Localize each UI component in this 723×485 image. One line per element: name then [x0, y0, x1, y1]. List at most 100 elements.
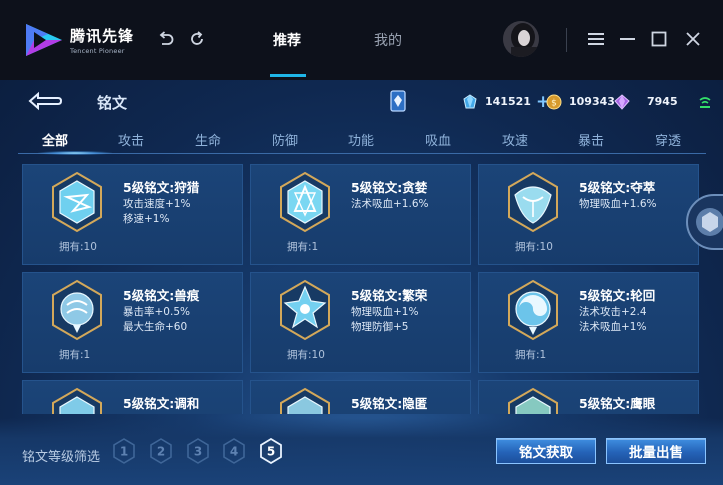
level-filter-3[interactable]: 3 — [186, 438, 210, 464]
level-filter-5[interactable]: 5 — [259, 437, 283, 465]
card-owned-count: 拥有:10 — [287, 349, 325, 361]
card-attribute: 法术吸血+1.6% — [351, 198, 429, 210]
tab-all[interactable]: 全部 — [42, 130, 68, 149]
tab-penetration[interactable]: 穿透 — [655, 130, 681, 149]
card-attribute: 物理吸血+1.6% — [579, 198, 657, 210]
minimize-icon[interactable] — [617, 28, 639, 50]
inscription-samsara-icon — [505, 279, 561, 341]
crystal-balance: 7945 — [614, 92, 678, 111]
level-filter-2[interactable]: 2 — [149, 438, 173, 464]
active-tab-indicator — [38, 151, 112, 155]
side-panel-handle[interactable] — [686, 194, 723, 250]
card-attribute: 物理吸血+1% — [351, 306, 419, 318]
inscription-card[interactable]: 5级铭文:贪婪 法术吸血+1.6% 拥有:1 — [250, 164, 471, 265]
user-avatar[interactable] — [503, 21, 539, 57]
svg-text:5: 5 — [267, 445, 275, 459]
crystal-icon — [614, 93, 630, 110]
app-logo: 腾讯先锋 Tencent Pioneer — [24, 22, 134, 58]
page-title: 铭文 — [97, 94, 128, 112]
back-arrow-icon[interactable] — [24, 90, 64, 112]
tab-lifesteal[interactable]: 吸血 — [425, 130, 451, 149]
gold-value: 109343 — [569, 95, 615, 108]
inscription-scroll-icon[interactable] — [388, 89, 408, 113]
tab-attack-speed[interactable]: 攻速 — [502, 130, 528, 149]
bulk-sell-button[interactable]: 批量出售 — [606, 438, 706, 464]
logo-title: 腾讯先锋 — [70, 27, 135, 45]
tab-health[interactable]: 生命 — [195, 130, 221, 149]
maximize-icon[interactable] — [648, 28, 670, 50]
inscription-plunder-icon — [505, 171, 561, 233]
inscription-hawk-eye-icon — [505, 387, 561, 414]
card-name: 5级铭文:鹰眼 — [579, 396, 656, 411]
diamond-value: 141521 — [485, 95, 531, 108]
nav-tab-mine[interactable]: 我的 — [374, 30, 402, 50]
card-owned-count: 拥有:10 — [59, 241, 97, 253]
card-attribute: 法术吸血+1% — [579, 321, 647, 333]
inscription-card[interactable]: 5级铭文:调和 — [22, 380, 243, 414]
inscription-hunt-icon — [49, 171, 105, 233]
card-name: 5级铭文:贪婪 — [351, 180, 428, 195]
card-attribute: 攻击速度+1% — [123, 198, 191, 210]
tab-defense[interactable]: 防御 — [272, 130, 298, 149]
crystal-value: 7945 — [647, 95, 678, 108]
card-name: 5级铭文:夺萃 — [579, 180, 656, 195]
card-attribute: 最大生命+60 — [123, 321, 188, 333]
card-owned-count: 拥有:1 — [59, 349, 91, 361]
inscription-stealth-icon — [277, 387, 333, 414]
card-name: 5级铭文:轮回 — [579, 288, 656, 303]
svg-text:2: 2 — [157, 445, 165, 459]
inscription-greed-icon — [277, 171, 333, 233]
tab-attack[interactable]: 攻击 — [118, 130, 144, 149]
signal-icon — [698, 94, 712, 108]
inscription-card[interactable]: 5级铭文:隐匿 — [250, 380, 471, 414]
gold-coin-icon: $ — [546, 94, 562, 110]
title-bar: 腾讯先锋 Tencent Pioneer 推荐 我的 — [0, 0, 723, 80]
card-owned-count: 拥有:1 — [515, 349, 547, 361]
gold-balance: $ 109343 — [546, 92, 615, 111]
undo-icon[interactable] — [155, 28, 177, 50]
inscription-harmony-icon — [49, 387, 105, 414]
svg-text:1: 1 — [120, 445, 128, 459]
inscription-card[interactable]: 5级铭文:繁荣 物理吸血+1% 物理防御+5 拥有:10 — [250, 272, 471, 373]
level-filter-label: 铭文等级筛选 — [22, 450, 101, 465]
game-view: 铭文 141521 + $ 109343 7945 全部 攻击 生命 防御 功能… — [0, 80, 723, 485]
svg-text:4: 4 — [230, 445, 238, 459]
refresh-icon[interactable] — [186, 28, 208, 50]
logo-subtitle: Tencent Pioneer — [70, 47, 125, 55]
tab-critical[interactable]: 暴击 — [578, 130, 604, 149]
nav-active-indicator — [270, 74, 306, 77]
card-attribute: 法术攻击+2.4 — [579, 306, 647, 318]
card-owned-count: 拥有:10 — [515, 241, 553, 253]
inscription-card[interactable]: 5级铭文:兽痕 暴击率+0.5% 最大生命+60 拥有:1 — [22, 272, 243, 373]
card-name: 5级铭文:调和 — [123, 396, 200, 411]
svg-text:$: $ — [551, 98, 557, 108]
diamond-icon — [462, 93, 478, 110]
card-name: 5级铭文:繁荣 — [351, 288, 428, 303]
level-filter-1[interactable]: 1 — [112, 438, 136, 464]
inscription-card[interactable]: 5级铭文:鹰眼 — [478, 380, 699, 414]
card-owned-count: 拥有:1 — [287, 241, 319, 253]
titlebar-divider — [566, 28, 567, 52]
card-attribute: 移速+1% — [123, 213, 170, 225]
menu-icon[interactable] — [585, 28, 607, 50]
inscription-grid: 5级铭文:狩猎 攻击速度+1% 移速+1% 拥有:10 5级铭文:贪婪 法术吸血… — [22, 164, 702, 414]
svg-text:3: 3 — [194, 445, 202, 459]
inscription-prosperity-icon — [277, 279, 333, 341]
card-attribute: 暴击率+0.5% — [123, 306, 190, 318]
inscription-card[interactable]: 5级铭文:轮回 法术攻击+2.4 法术吸血+1% 拥有:1 — [478, 272, 699, 373]
diamond-balance: 141521 + — [462, 92, 550, 111]
tencent-pioneer-logo-icon — [24, 22, 64, 58]
get-inscription-button[interactable]: 铭文获取 — [496, 438, 596, 464]
level-filter-4[interactable]: 4 — [222, 438, 246, 464]
card-name: 5级铭文:狩猎 — [123, 180, 200, 195]
inscription-header: 铭文 141521 + $ 109343 7945 — [0, 80, 723, 122]
tab-utility[interactable]: 功能 — [348, 130, 374, 149]
inscription-card[interactable]: 5级铭文:狩猎 攻击速度+1% 移速+1% 拥有:10 — [22, 164, 243, 265]
nav-tab-recommend[interactable]: 推荐 — [273, 30, 301, 50]
inscription-beast-mark-icon — [49, 279, 105, 341]
card-name: 5级铭文:隐匿 — [351, 396, 428, 411]
close-icon[interactable] — [682, 28, 704, 50]
card-name: 5级铭文:兽痕 — [123, 288, 200, 303]
inscription-card[interactable]: 5级铭文:夺萃 物理吸血+1.6% 拥有:10 — [478, 164, 699, 265]
category-tabs: 全部 攻击 生命 防御 功能 吸血 攻速 暴击 穿透 — [18, 124, 706, 155]
